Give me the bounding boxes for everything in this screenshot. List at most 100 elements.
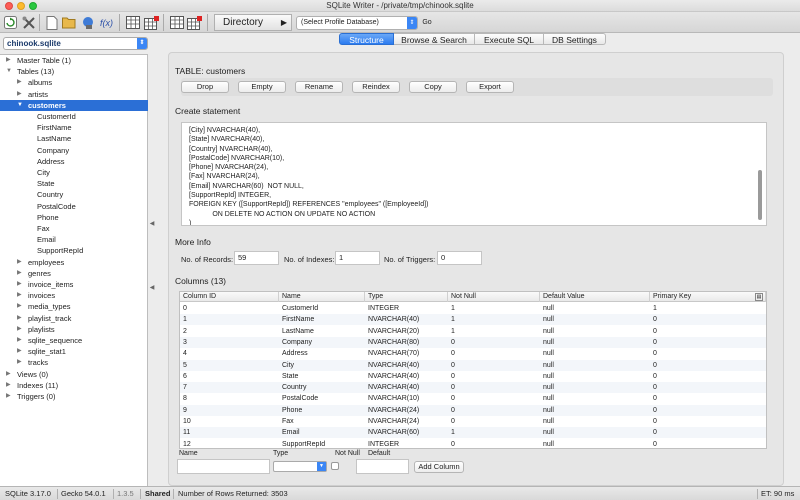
copy-button[interactable]: Copy [409,81,457,93]
disclosure-closed-icon[interactable]: ▶ [17,290,22,301]
collapse-left-icon[interactable]: ◀ [149,284,155,296]
new-column-default-input[interactable] [356,459,409,474]
tree-item[interactable]: Country [0,189,148,200]
disclosure-closed-icon[interactable]: ▶ [6,55,11,66]
new-column-type-select[interactable]: ▼ [273,461,327,472]
table-row[interactable]: 11 Email NVARCHAR(60) 1 null 0 [180,427,766,439]
tree-item[interactable]: Company [0,145,148,156]
tools-icon[interactable] [20,14,37,31]
schema-tree[interactable]: ▶ Master Table (1) ▼ Tables (13) ▶ albums ▶ art… [0,54,148,486]
table-row[interactable]: 4 Address NVARCHAR(70) 0 null 0 [180,348,766,359]
collapse-left-icon[interactable]: ◀ [149,220,155,232]
column-header[interactable]: Name [279,292,365,302]
tab-browse-search[interactable]: Browse & Search [394,33,475,45]
table-row[interactable]: 1 FirstName NVARCHAR(40) 1 null 0 [180,314,766,326]
tree-item[interactable]: City [0,167,148,178]
tree-item[interactable]: PostalCode [0,201,148,212]
tree-item[interactable]: ▶ genres [0,268,148,279]
disclosure-open-icon[interactable]: ▼ [17,100,23,111]
minimize-window-button[interactable] [17,2,25,10]
table-row[interactable]: 12 SupportRepId INTEGER 0 null 0 [180,439,766,450]
tab-execute-sql[interactable]: Execute SQL [475,33,544,45]
tree-item[interactable]: ▶ playlist_track [0,313,148,324]
close-window-button[interactable] [5,2,13,10]
table-row[interactable]: 2 LastName NVARCHAR(20) 1 null 0 [180,326,766,337]
disclosure-closed-icon[interactable]: ▶ [17,324,22,335]
tree-item[interactable]: Fax [0,223,148,234]
create-statement-text[interactable]: [City] NVARCHAR(40), [State] NVARCHAR(40)… [181,122,767,226]
tree-item[interactable]: ▶ Triggers (0) [0,391,148,402]
database-select[interactable]: chinook.sqlite ⇕ [3,37,148,50]
maximize-window-button[interactable] [29,2,37,10]
tree-item[interactable]: ▶ sqlite_stat1 [0,346,148,357]
function-icon[interactable]: f(x) [98,14,115,31]
tab-structure[interactable]: Structure [339,33,394,45]
tree-item[interactable]: Phone [0,212,148,223]
import-icon[interactable] [168,14,185,31]
tree-item[interactable]: ▶ playlists [0,324,148,335]
tree-item[interactable]: SupportRepId [0,245,148,256]
disclosure-closed-icon[interactable]: ▶ [6,380,11,391]
tree-item[interactable]: ▶ Master Table (1) [0,55,148,66]
tree-item[interactable]: FirstName [0,122,148,133]
new-column-notnull-checkbox[interactable] [331,462,339,470]
disclosure-closed-icon[interactable]: ▶ [17,77,22,88]
table-row[interactable]: 6 State NVARCHAR(40) 0 null 0 [180,371,766,382]
tree-item[interactable]: ▶ Views (0) [0,369,148,380]
tree-item[interactable]: ▶ employees [0,257,148,268]
table-row[interactable]: 9 Phone NVARCHAR(24) 0 null 0 [180,404,766,416]
tab-db-settings[interactable]: DB Settings [544,33,606,45]
empty-button[interactable]: Empty [238,81,286,93]
disclosure-closed-icon[interactable]: ▶ [17,335,22,346]
disclosure-closed-icon[interactable]: ▶ [17,301,22,312]
tree-item[interactable]: Email [0,234,148,245]
tree-item[interactable]: ▶ sqlite_sequence [0,335,148,346]
tree-item[interactable]: CustomerId [0,111,148,122]
add-column-button[interactable]: Add Column [414,461,464,473]
create-statement-scrollbar[interactable] [758,170,762,220]
export-icon[interactable] [186,14,203,31]
table-delete-icon[interactable] [143,14,160,31]
disclosure-closed-icon[interactable]: ▶ [6,369,11,380]
disclosure-closed-icon[interactable]: ▶ [6,391,11,402]
directory-button[interactable]: Directory ▶ [214,14,292,31]
new-file-icon[interactable] [43,14,60,31]
open-folder-icon[interactable] [61,14,78,31]
disclosure-closed-icon[interactable]: ▶ [17,89,22,100]
table-row[interactable]: 5 City NVARCHAR(40) 0 null 0 [180,359,766,371]
table-row[interactable]: 0 CustomerId INTEGER 1 null 1 [180,303,766,314]
column-picker-icon[interactable]: ▤ [755,293,763,301]
save-icon[interactable] [80,14,97,31]
rename-button[interactable]: Rename [295,81,343,93]
tree-item[interactable]: ▶ Indexes (11) [0,380,148,391]
disclosure-closed-icon[interactable]: ▶ [17,257,22,268]
column-header[interactable]: Type [365,292,448,302]
column-header[interactable]: Not Null [448,292,540,302]
tree-item[interactable]: ▶ tracks [0,357,148,368]
tree-item[interactable]: State [0,178,148,189]
reindex-button[interactable]: Reindex [352,81,400,93]
refresh-icon[interactable] [2,14,19,31]
tree-item[interactable]: ▶ albums [0,77,148,88]
table-row[interactable]: 10 Fax NVARCHAR(24) 0 null 0 [180,416,766,427]
table-row[interactable]: 3 Company NVARCHAR(80) 0 null 0 [180,336,766,348]
tree-item[interactable]: ▶ invoice_items [0,279,148,290]
column-header[interactable]: Default Value [540,292,650,302]
new-column-name-input[interactable] [177,459,270,474]
tree-item[interactable]: ▼ customers [0,99,148,111]
column-header[interactable]: Primary Key [650,292,766,302]
disclosure-closed-icon[interactable]: ▶ [17,357,22,368]
tree-item[interactable]: ▶ invoices [0,290,148,301]
tree-item[interactable]: ▶ media_types [0,301,148,312]
tree-item[interactable]: ▼ Tables (13) [0,66,148,77]
tree-item[interactable]: Address [0,156,148,167]
tree-item[interactable]: ▶ artists [0,89,148,100]
drop-button[interactable]: Drop [181,81,229,93]
profile-database-select[interactable]: (Select Profile Database) ⇕ [296,16,418,30]
tree-item[interactable]: LastName [0,133,148,144]
table-row[interactable]: 7 Country NVARCHAR(40) 0 null 0 [180,382,766,394]
table-row[interactable]: 8 PostalCode NVARCHAR(10) 0 null 0 [180,393,766,404]
disclosure-open-icon[interactable]: ▼ [6,66,12,77]
export-button[interactable]: Export [466,81,514,93]
go-button[interactable]: Go [420,16,434,30]
